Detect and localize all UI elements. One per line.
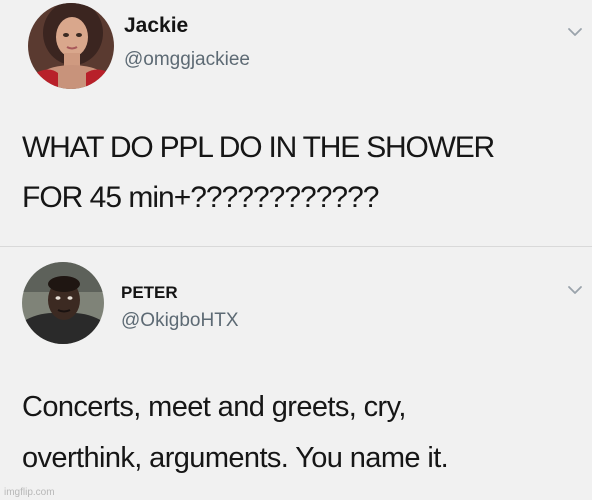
avatar-peter[interactable]	[22, 262, 104, 344]
tweet-text-line: Concerts, meet and greets, cry,	[22, 391, 406, 423]
profile-photo-icon	[22, 262, 104, 344]
chevron-down-icon[interactable]	[567, 27, 583, 37]
profile-photo-icon	[28, 3, 114, 89]
imgflip-watermark: imgflip.com	[4, 487, 55, 498]
tweet-text-line: FOR 45 min+????????????	[22, 181, 379, 214]
tweet-card-peter: PETER @OkigboHTX Concerts, meet and gree…	[0, 247, 592, 500]
tweet-text-line: overthink, arguments. You name it.	[22, 442, 449, 474]
avatar-jackie[interactable]	[28, 3, 114, 89]
author-handle[interactable]: @omggjackiee	[124, 49, 250, 71]
tweet-text-line: WHAT DO PPL DO IN THE SHOWER	[22, 131, 495, 164]
chevron-down-icon[interactable]	[567, 285, 583, 295]
author-name[interactable]: PETER	[121, 283, 178, 303]
author-handle[interactable]: @OkigboHTX	[121, 310, 239, 332]
author-name[interactable]: Jackie	[124, 14, 188, 38]
tweet-card-jackie: Jackie @omggjackiee WHAT DO PPL DO IN TH…	[0, 0, 592, 246]
